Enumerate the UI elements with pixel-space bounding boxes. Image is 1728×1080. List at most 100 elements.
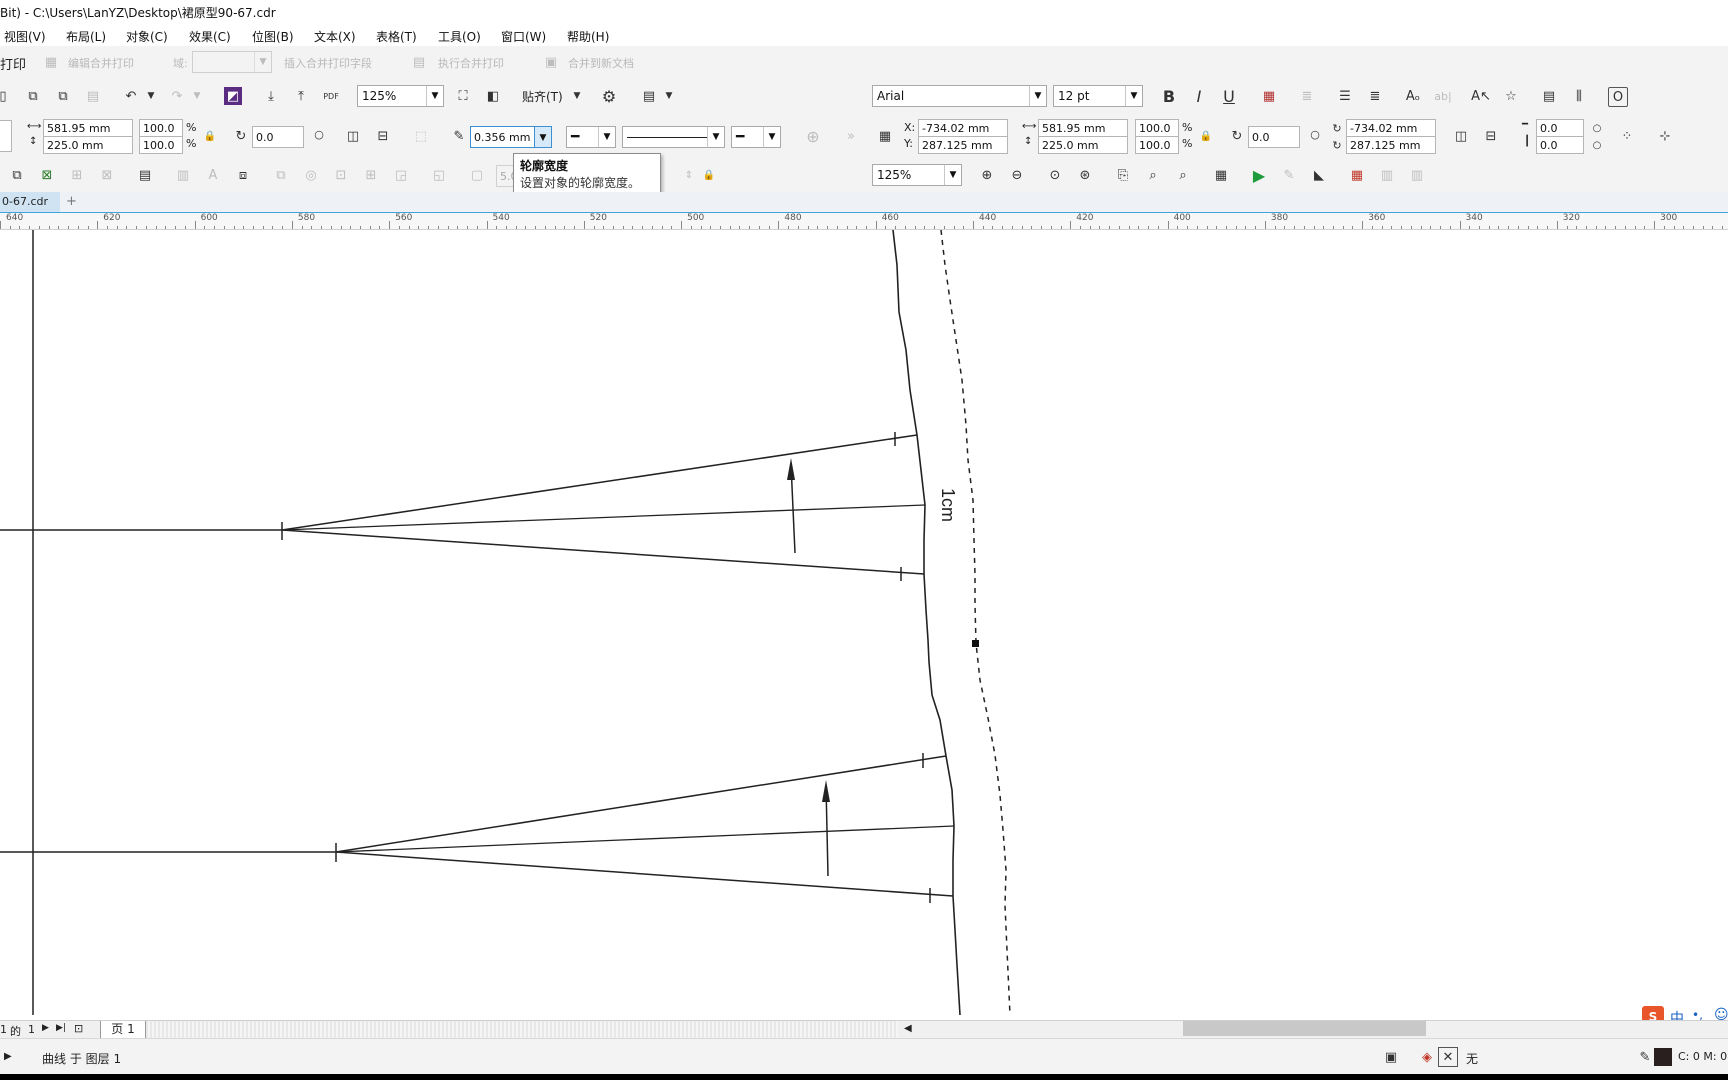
search-content-icon[interactable]: ◩ — [224, 87, 242, 105]
stop-icon[interactable]: ▥ — [1408, 166, 1426, 184]
back-minus-front-icon[interactable]: ◱ — [430, 166, 448, 184]
zoom-page-icon[interactable]: ⎘ — [1114, 166, 1132, 184]
menu-view[interactable]: 视图(V) — [4, 28, 46, 45]
next-page-icon[interactable]: ▶ — [42, 1023, 49, 1033]
underline-icon[interactable]: U — [1220, 87, 1238, 106]
bullet-list-icon[interactable]: ☰ — [1336, 87, 1354, 105]
horizontal-ruler[interactable]: 640 620 600 580 560 540 520 500 480 460 440 420 400 3… — [0, 213, 1728, 230]
font-family-dropdown[interactable]: Arial ▼ — [872, 85, 1047, 107]
menu-window[interactable]: 窗口(W) — [501, 28, 546, 45]
last-page-icon[interactable]: ▶| — [56, 1023, 66, 1033]
add-preset-icon[interactable]: ⊕ — [804, 127, 822, 146]
lock-ratio-icon[interactable]: 🔒 — [201, 127, 219, 145]
menu-layout[interactable]: 布局(L) — [66, 28, 106, 45]
paragraph-icon[interactable]: ≣ — [1366, 87, 1384, 105]
menu-object[interactable]: 对象(C) — [126, 28, 168, 45]
break-apart-icon[interactable]: ▤ — [136, 166, 154, 184]
lock-ratio-icon-2[interactable]: 🔒 — [1197, 127, 1215, 145]
corner-field-1[interactable]: 0.0 — [1536, 119, 1584, 137]
scroll-left-icon[interactable]: ◀ — [904, 1023, 912, 1034]
char-format-icon[interactable]: Aₒ — [1404, 87, 1422, 105]
align-icon[interactable]: ≣ — [1298, 87, 1316, 105]
drawing-canvas[interactable]: 1cm — [0, 229, 1728, 1020]
reference-point-icon[interactable]: ▦ — [876, 127, 894, 145]
undo-icon[interactable]: ↶ — [122, 87, 140, 105]
simplify-icon[interactable]: ⊞ — [362, 166, 380, 184]
edit-text-icon[interactable]: ab| — [1434, 87, 1452, 105]
ruler-icon[interactable]: ◣ — [1310, 166, 1328, 184]
expand-status-icon[interactable]: ▶ — [4, 1051, 12, 1062]
y-position-field[interactable]: 287.125 mm — [918, 136, 1008, 154]
add-page-icon[interactable]: ⊡ — [74, 1022, 83, 1035]
bold-icon[interactable]: B — [1160, 87, 1178, 106]
gear-icon[interactable]: ⚙ — [600, 87, 618, 106]
rotation-center-x-field[interactable]: -734.02 mm — [1346, 119, 1436, 137]
menu-table[interactable]: 表格(T) — [376, 28, 417, 45]
convert-curves-icon[interactable]: ⧈ — [234, 166, 252, 184]
outline-width-field[interactable]: 0.356 mm ▼ — [470, 126, 552, 148]
ungroup-all-icon[interactable]: ⊞ — [68, 166, 86, 184]
start-arrowhead-dropdown[interactable]: ━ ▼ — [566, 126, 616, 148]
rotation-center-y-field[interactable]: 287.125 mm — [1346, 136, 1436, 154]
boundary-icon[interactable]: ▢ — [468, 166, 486, 184]
zoom-in-icon[interactable]: ⊕ — [978, 166, 996, 184]
zoom-selected-icon[interactable]: ⊙ — [1046, 166, 1064, 184]
zoom-level-dropdown[interactable]: 125% ▼ — [872, 164, 962, 186]
vertical-text-icon[interactable]: ⫼ — [1570, 87, 1588, 105]
add-perspective-icon[interactable]: ⊹ — [1656, 127, 1674, 145]
text-frame-icon[interactable]: ▤ — [1540, 87, 1558, 105]
paste-icon[interactable]: ▤ — [84, 87, 102, 105]
weld-icon[interactable]: ⧉ — [272, 166, 290, 184]
copy-icon[interactable]: ⧉ — [54, 87, 72, 105]
menu-text[interactable]: 文本(X) — [314, 28, 356, 45]
zoom-out-icon[interactable]: ⊖ — [1008, 166, 1026, 184]
star-icon[interactable]: ☆ — [1502, 87, 1520, 105]
mirror-horizontal-icon[interactable]: ◫ — [344, 127, 362, 145]
zoom-all-icon[interactable]: ⊛ — [1076, 166, 1094, 184]
export-icon[interactable]: ⤒ — [292, 87, 310, 105]
rotation-field-2[interactable]: 0.0 — [1248, 126, 1300, 148]
cut-icon[interactable]: ⧉ — [24, 87, 42, 105]
menu-bitmaps[interactable]: 位图(B) — [252, 28, 294, 45]
zoom-width-icon[interactable]: ⌕ — [1144, 166, 1162, 184]
object-width-field[interactable]: 581.95 mm — [43, 119, 133, 137]
document-tab[interactable]: 0-67.cdr — [0, 192, 60, 212]
scale-width-field-2[interactable]: 100.0 — [1135, 119, 1179, 137]
object-position-field[interactable] — [0, 120, 12, 152]
snap-dropdown-icon[interactable]: ▼ — [568, 87, 586, 105]
horizontal-scrollbar-thumb[interactable] — [1183, 1021, 1426, 1036]
redo-dropdown-icon[interactable]: ▼ — [188, 87, 206, 105]
stepper-icon[interactable]: ⇕ — [680, 166, 698, 184]
intersect-icon[interactable]: ⊡ — [332, 166, 350, 184]
add-tab-button[interactable]: + — [66, 194, 77, 209]
width-field-2[interactable]: 581.95 mm — [1038, 119, 1128, 137]
show-rulers-icon[interactable]: ◧ — [484, 87, 502, 105]
transform-icon[interactable]: ⬚ — [412, 127, 430, 145]
outline-italic-icon[interactable]: O — [1608, 87, 1628, 107]
merge-to-new-doc-button[interactable]: 合并到新文档 — [568, 55, 634, 71]
pdf-icon[interactable]: PDF — [322, 87, 340, 105]
field-dropdown[interactable]: ▼ — [192, 51, 272, 73]
undo-dropdown-icon[interactable]: ▼ — [142, 87, 160, 105]
calendar-icon[interactable]: ▦ — [1212, 166, 1230, 184]
mirror-vertical-icon-2[interactable]: ⊟ — [1482, 127, 1500, 145]
menu-effects[interactable]: 效果(C) — [189, 28, 231, 45]
height-field-2[interactable]: 225.0 mm — [1038, 136, 1128, 154]
print-label[interactable]: 打印 — [0, 54, 26, 73]
pause-icon[interactable]: ▥ — [1378, 166, 1396, 184]
rotation-field[interactable]: 0.0 — [252, 126, 304, 148]
italic-icon[interactable]: I — [1190, 87, 1208, 106]
scale-height-field[interactable]: 100.0 — [139, 136, 183, 154]
page-tab[interactable]: 页 1 — [100, 1021, 146, 1039]
mirror-vertical-icon[interactable]: ⊟ — [374, 127, 392, 145]
snap-to-button[interactable]: 贴齐(T) — [522, 88, 563, 105]
full-screen-icon[interactable]: ⛶ — [454, 87, 472, 105]
font-size-dropdown[interactable]: 12 pt ▼ — [1053, 85, 1143, 107]
zoom-dropdown[interactable]: 125% ▼ — [357, 85, 444, 107]
object-height-field[interactable]: 225.0 mm — [43, 136, 133, 154]
launch-icon[interactable]: ▤ — [640, 87, 658, 105]
lock-object-icon[interactable]: ▥ — [174, 166, 192, 184]
import-icon[interactable]: ⤓ — [262, 87, 280, 105]
end-arrowhead-dropdown[interactable]: ━ ▼ — [731, 126, 781, 148]
execute-merge-button[interactable]: 执行合并打印 — [438, 55, 504, 71]
